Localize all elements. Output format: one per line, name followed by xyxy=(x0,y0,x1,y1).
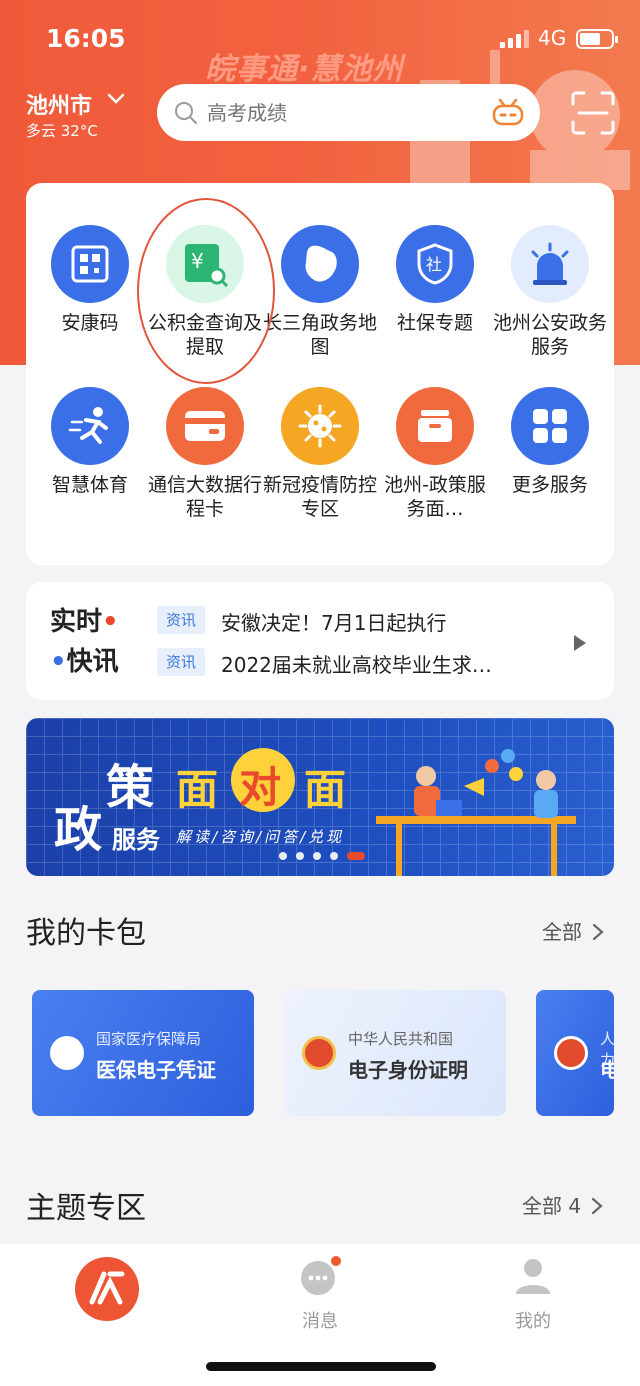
status-bar: 16:05 4G xyxy=(0,0,640,80)
banner-char: 面 xyxy=(304,765,351,814)
tab-home[interactable] xyxy=(74,1256,140,1327)
banner-char: 策 xyxy=(106,760,155,816)
status-time: 16:05 xyxy=(46,24,126,53)
scan-icon[interactable] xyxy=(570,90,616,136)
highlight-annotation-circle xyxy=(137,198,275,384)
wallet-section-title: 我的卡包 xyxy=(26,916,146,951)
map-icon xyxy=(281,225,359,303)
play-arrow-icon[interactable] xyxy=(573,634,587,652)
signal-icon xyxy=(500,30,529,48)
tab-mine[interactable]: 我的 xyxy=(511,1256,555,1333)
service-label: 社保专题 xyxy=(396,312,473,334)
news-headline[interactable]: 安徽决定！7月1日起执行 xyxy=(221,607,551,636)
card-issuer: 中华人民共和国 xyxy=(348,1030,454,1048)
tab-label: 消息 xyxy=(302,1311,338,1332)
search-icon xyxy=(175,102,197,124)
tab-messages[interactable]: 消息 xyxy=(298,1256,342,1333)
search-input[interactable] xyxy=(207,84,467,141)
banner-char: 政 xyxy=(54,802,103,858)
service-label: 通信大数据行程卡 xyxy=(147,474,262,520)
service-label: 安康码 xyxy=(61,312,119,334)
weather-info: 多云 32°C xyxy=(26,122,98,140)
service-social-security[interactable]: 社 社保专题 xyxy=(376,225,494,335)
news-logo: 实时• •快讯 xyxy=(50,607,119,677)
service-label: 池州-政策服务面… xyxy=(384,474,486,520)
card-title: 电子身份证明 xyxy=(348,1058,468,1082)
news-tag: 资讯 xyxy=(157,648,205,676)
consultation-illustration xyxy=(376,749,576,876)
banner-subtitle: 解读/咨询/问答/兑现 xyxy=(176,828,345,846)
service-label: 长三角政务地图 xyxy=(262,312,377,358)
chevron-right-icon xyxy=(593,923,605,941)
card-title: 医保电子凭证 xyxy=(96,1058,216,1082)
carousel-indicator xyxy=(279,852,365,860)
service-travel-card[interactable]: 通信大数据行程卡 xyxy=(146,387,264,521)
service-more[interactable]: 更多服务 xyxy=(491,387,609,497)
police-light-icon xyxy=(511,225,589,303)
app-logo-icon xyxy=(75,1257,139,1321)
national-emblem-icon xyxy=(302,1036,336,1070)
hr-social-card[interactable]: 人力 电 xyxy=(536,990,614,1116)
inbox-icon xyxy=(396,387,474,465)
news-headline[interactable]: 2022届未就业高校毕业生求… xyxy=(221,649,551,678)
service-yangtze-map[interactable]: 长三角政务地图 xyxy=(261,225,379,359)
banner-badge: 对 xyxy=(231,748,295,812)
service-label: 智慧体育 xyxy=(51,474,128,496)
svg-text:社: 社 xyxy=(426,255,442,274)
card-issuer: 国家医疗保障局 xyxy=(96,1030,202,1048)
chevron-down-icon[interactable] xyxy=(107,92,125,106)
service-police[interactable]: 池州公安政务服务 xyxy=(491,225,609,359)
virus-icon xyxy=(281,387,359,465)
service-label: 池州公安政务服务 xyxy=(492,312,607,358)
grid-icon xyxy=(511,387,589,465)
chs-logo-icon xyxy=(50,1036,84,1070)
shield-icon: 社 xyxy=(396,225,474,303)
home-indicator xyxy=(206,1362,436,1371)
chevron-right-icon xyxy=(592,1197,604,1215)
service-label: 更多服务 xyxy=(511,474,588,496)
service-smart-sports[interactable]: 智慧体育 xyxy=(31,387,149,497)
user-icon xyxy=(516,1259,550,1294)
tab-label: 我的 xyxy=(515,1311,551,1332)
service-grid: 安康码 ¥ 公积金查询及提取 长三角政务地图 社 社保专题 池州公安政务服务 智… xyxy=(26,183,614,565)
robot-assistant-icon[interactable] xyxy=(490,96,526,128)
policy-banner[interactable]: 策 政 对 面 面 服务 解读/咨询/问答/兑现 xyxy=(26,718,614,876)
service-covid-zone[interactable]: 新冠疫情防控专区 xyxy=(261,387,379,521)
chat-bubble-icon xyxy=(301,1256,341,1295)
news-tag: 资讯 xyxy=(157,606,205,634)
medical-insurance-card[interactable]: 国家医疗保障局 医保电子凭证 xyxy=(32,990,254,1116)
wallet-view-all[interactable]: 全部 xyxy=(542,916,605,945)
card-icon xyxy=(166,387,244,465)
news-ticker[interactable]: 实时• •快讯 资讯 安徽决定！7月1日起执行 资讯 2022届未就业高校毕业生… xyxy=(26,582,614,700)
service-label: 新冠疫情防控专区 xyxy=(262,474,377,520)
card-title: 电 xyxy=(600,1058,614,1082)
runner-icon xyxy=(51,387,129,465)
city-selector[interactable]: 池州市 xyxy=(26,88,92,120)
banner-char: 服务 xyxy=(112,826,160,854)
hr-emblem-icon xyxy=(554,1036,588,1070)
topics-section-title: 主题专区 xyxy=(26,1191,146,1226)
topics-view-all[interactable]: 全部 4 xyxy=(522,1190,604,1219)
service-policy[interactable]: 池州-政策服务面… xyxy=(376,387,494,521)
service-ankang-code[interactable]: 安康码 xyxy=(31,225,149,335)
qr-code-icon xyxy=(51,225,129,303)
banner-char: 面 xyxy=(176,765,223,814)
battery-icon xyxy=(576,29,618,49)
id-proof-card[interactable]: 中华人民共和国 电子身份证明 xyxy=(284,990,506,1116)
network-type: 4G xyxy=(538,26,567,50)
search-bar[interactable] xyxy=(157,84,540,141)
